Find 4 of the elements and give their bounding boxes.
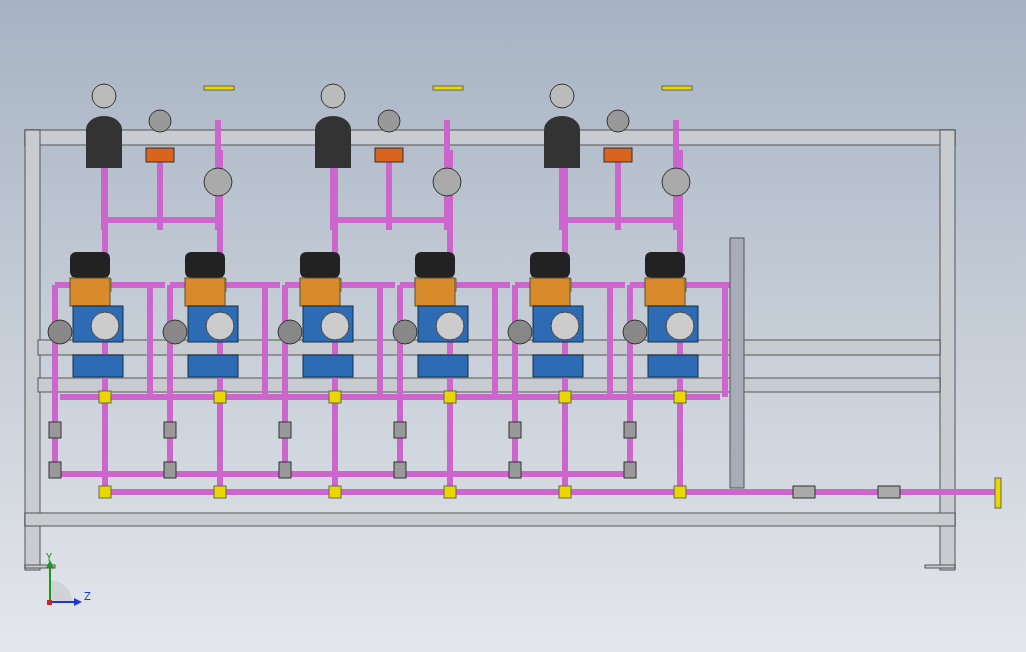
axis-label: Z xyxy=(84,591,91,602)
model-viewport[interactable]: Y Z xyxy=(0,0,1026,652)
axis-triad-icon xyxy=(46,560,82,606)
axis-label: Y xyxy=(46,552,53,563)
